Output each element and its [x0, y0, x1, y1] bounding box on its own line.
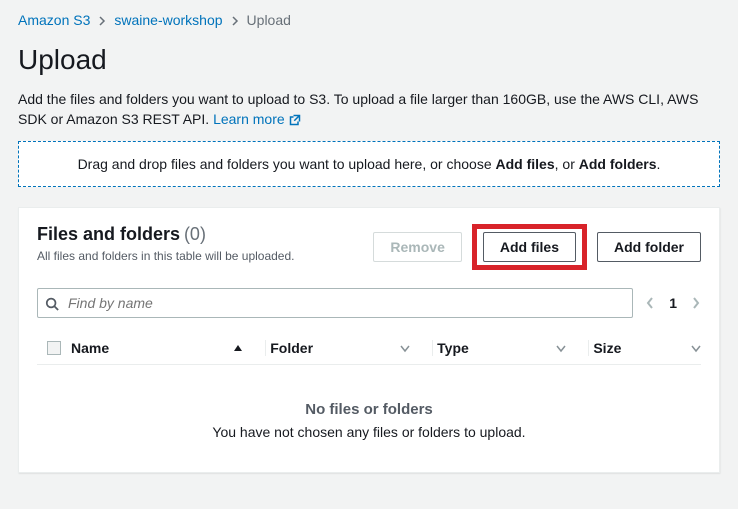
add-files-button[interactable]: Add files: [483, 232, 576, 262]
chevron-right-icon: [231, 12, 239, 28]
page-next-button[interactable]: [691, 296, 701, 310]
column-divider: [588, 340, 589, 356]
pagination: 1: [645, 295, 701, 311]
sort-asc-icon: [233, 343, 243, 354]
breadcrumb-link-s3[interactable]: Amazon S3: [18, 12, 90, 28]
column-folder-label: Folder: [270, 340, 313, 356]
files-table: Name Folder Type Size: [37, 332, 701, 450]
dropzone[interactable]: Drag and drop files and folders you want…: [18, 141, 720, 187]
learn-more-label: Learn more: [213, 110, 285, 130]
page-title: Upload: [18, 44, 720, 76]
search-pagination-row: 1: [37, 288, 701, 318]
empty-subtitle: You have not chosen any files or folders…: [37, 424, 701, 440]
panel-description: All files and folders in this table will…: [37, 249, 294, 263]
dropzone-add-folders: Add folders: [579, 156, 657, 172]
intro-text: Add the files and folders you want to up…: [18, 90, 720, 129]
remove-button[interactable]: Remove: [373, 232, 461, 262]
sort-icon: [400, 343, 410, 354]
empty-state: No files or folders You have not chosen …: [37, 365, 701, 450]
external-link-icon: [289, 110, 301, 130]
sort-icon: [691, 343, 701, 354]
callout-highlight: Add files: [472, 224, 587, 270]
table-header: Name Folder Type Size: [37, 332, 701, 365]
learn-more-link[interactable]: Learn more: [213, 110, 301, 130]
sort-icon: [556, 343, 566, 354]
search-wrap: [37, 288, 633, 318]
add-folder-button[interactable]: Add folder: [597, 232, 701, 262]
column-type-label: Type: [437, 340, 469, 356]
search-icon: [45, 295, 59, 311]
empty-title: No files or folders: [37, 401, 701, 418]
column-header-type[interactable]: Type: [437, 340, 584, 356]
breadcrumb-current: Upload: [247, 12, 291, 28]
dropzone-text-prefix: Drag and drop files and folders you want…: [78, 156, 496, 172]
column-header-size[interactable]: Size: [593, 340, 701, 356]
column-name-label: Name: [71, 340, 109, 356]
page-prev-button[interactable]: [645, 296, 655, 310]
panel-title: Files and folders: [37, 224, 180, 244]
dropzone-suffix: .: [657, 156, 661, 172]
chevron-right-icon: [98, 12, 106, 28]
column-size-label: Size: [593, 340, 621, 356]
dropzone-add-files: Add files: [496, 156, 555, 172]
select-all-checkbox[interactable]: [47, 341, 61, 355]
breadcrumb: Amazon S3 swaine-workshop Upload: [18, 12, 720, 28]
panel-actions: Remove Add files Add folder: [373, 224, 701, 270]
column-divider: [265, 340, 266, 356]
panel-header: Files and folders (0) All files and fold…: [37, 224, 701, 270]
breadcrumb-link-bucket[interactable]: swaine-workshop: [114, 12, 222, 28]
column-header-name[interactable]: Name: [71, 340, 261, 356]
select-all-cell: [37, 341, 71, 355]
search-input[interactable]: [37, 288, 633, 318]
dropzone-sep1: , or: [555, 156, 579, 172]
intro-body: Add the files and folders you want to up…: [18, 91, 698, 127]
panel-count: (0): [184, 224, 206, 244]
column-header-folder[interactable]: Folder: [270, 340, 428, 356]
files-folders-panel: Files and folders (0) All files and fold…: [18, 207, 720, 473]
column-divider: [432, 340, 433, 356]
page-number: 1: [669, 295, 677, 311]
